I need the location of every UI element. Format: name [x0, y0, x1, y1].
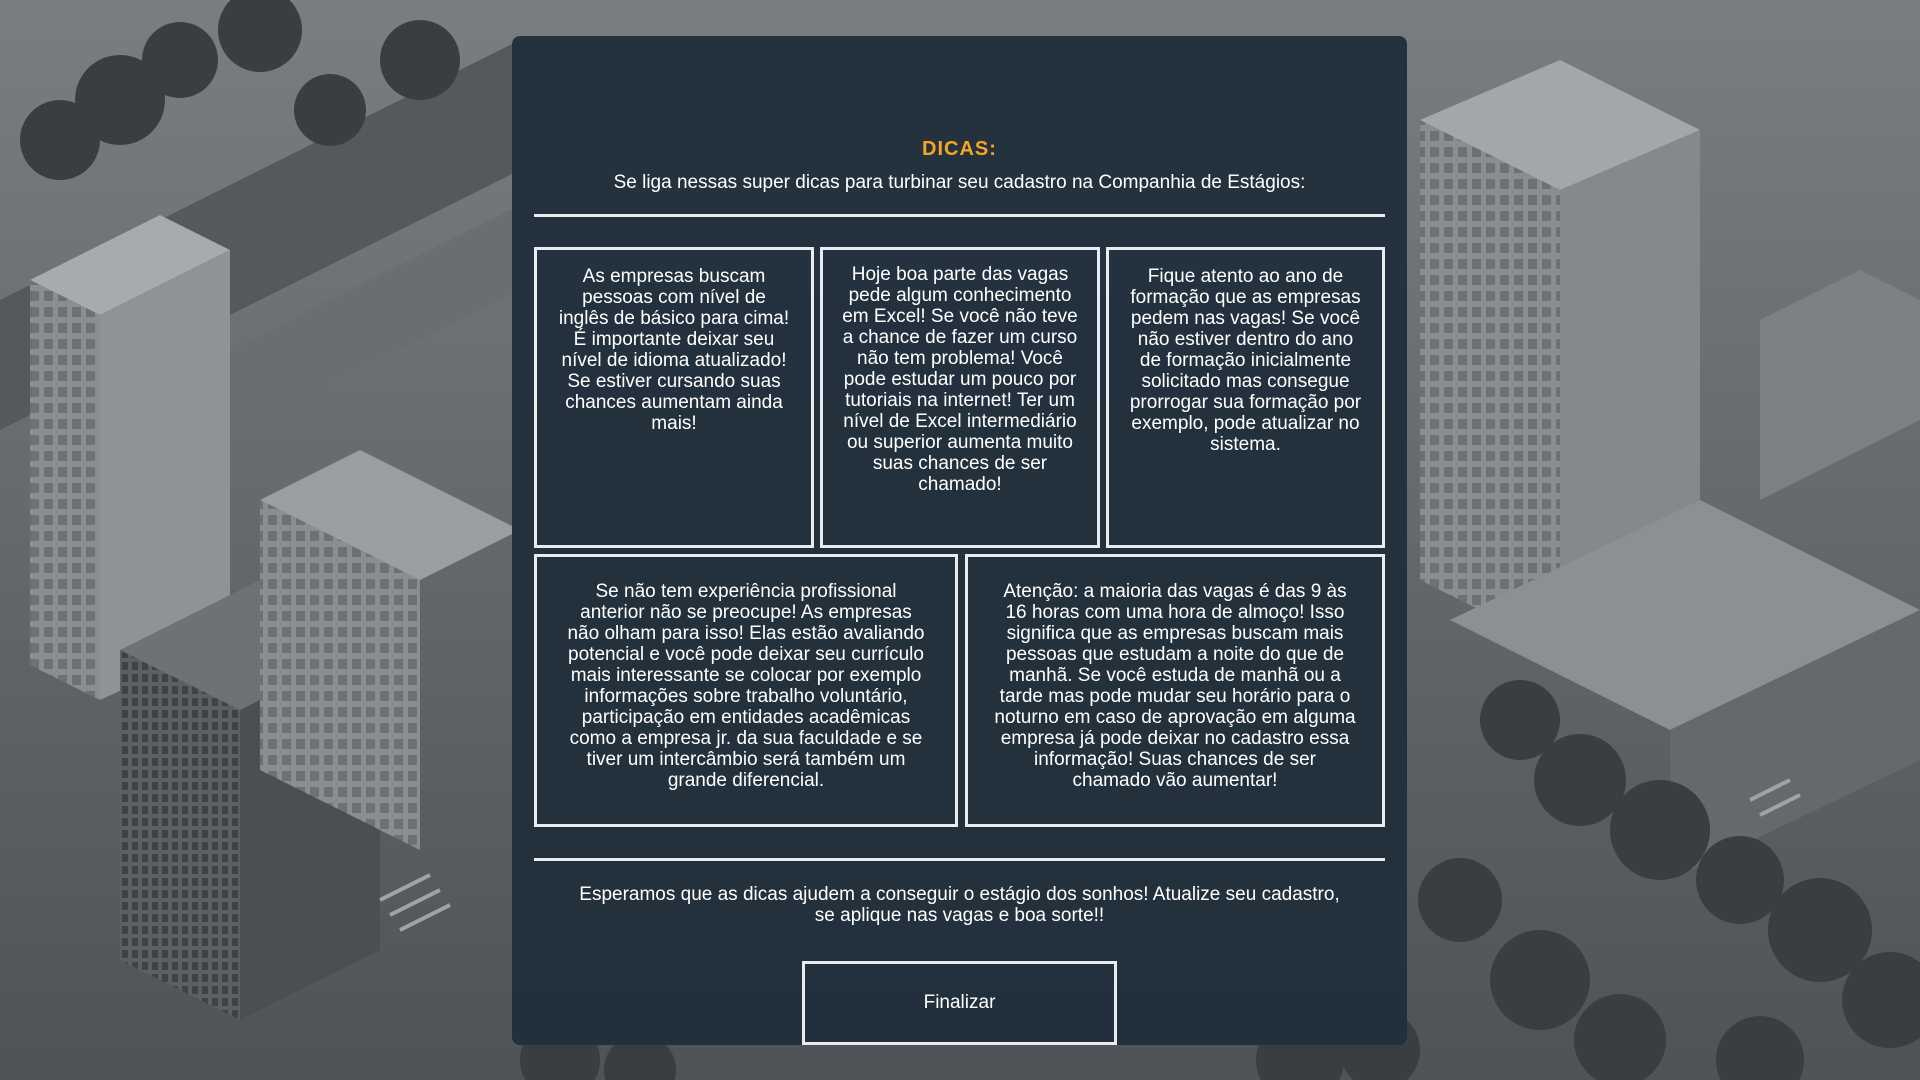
tip-card-excel: Hoje boa parte das vagas pede algum conh…	[820, 247, 1100, 548]
tip-card-english: As empresas buscam pessoas com nível de …	[534, 247, 814, 548]
finish-button[interactable]: Finalizar	[802, 961, 1117, 1045]
tip-text: Fique atento ao ano de formação que as e…	[1129, 266, 1362, 455]
tip-card-graduation-year: Fique atento ao ano de formação que as e…	[1106, 247, 1385, 548]
tip-card-schedule: Atenção: a maioria das vagas é das 9 às …	[965, 554, 1385, 827]
tip-text: Se não tem experiência profissional ante…	[567, 581, 925, 791]
tip-text: Atenção: a maioria das vagas é das 9 às …	[994, 581, 1356, 791]
screen: DICAS: Se liga nessas super dicas para t…	[0, 0, 1920, 1080]
top-divider	[534, 214, 1385, 217]
bottom-divider	[534, 858, 1385, 861]
tips-dialog: DICAS: Se liga nessas super dicas para t…	[512, 36, 1407, 1045]
tip-text: As empresas buscam pessoas com nível de …	[558, 266, 790, 434]
dialog-subtitle: Se liga nessas super dicas para turbinar…	[613, 172, 1306, 193]
dialog-title: DICAS:	[922, 138, 997, 160]
closing-message: Esperamos que as dicas ajudem a consegui…	[579, 884, 1340, 926]
tip-text: Hoje boa parte das vagas pede algum conh…	[842, 264, 1078, 495]
tip-card-experience: Se não tem experiência profissional ante…	[534, 554, 958, 827]
